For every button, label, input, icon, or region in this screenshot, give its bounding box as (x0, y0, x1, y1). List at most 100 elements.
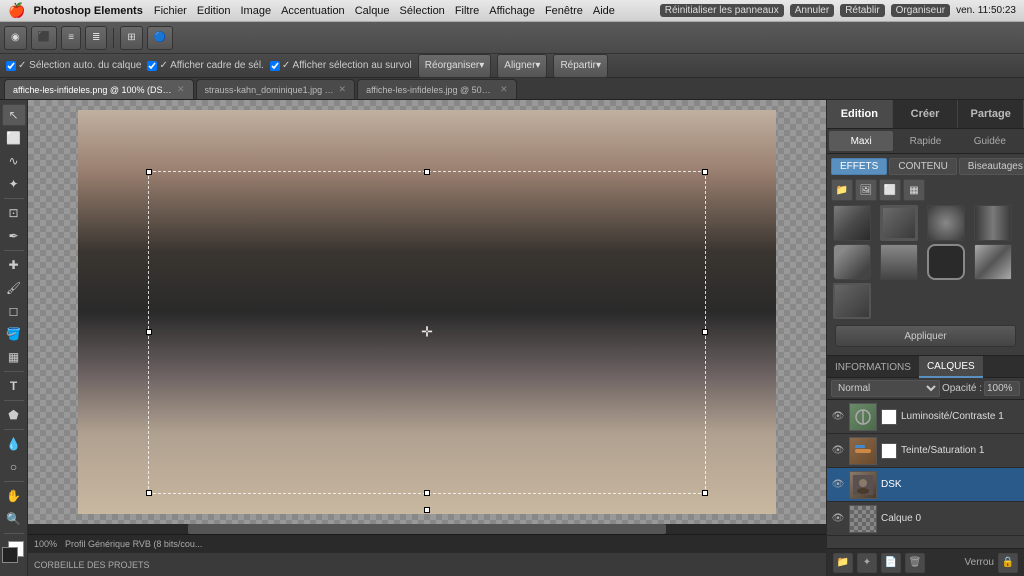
eff-icon-square[interactable]: ⬜ (879, 179, 901, 201)
new-adjustment-btn[interactable]: ✦ (857, 553, 877, 573)
tool-gradient[interactable]: ▦ (2, 346, 26, 368)
show-frame-checkbox[interactable] (147, 61, 157, 71)
toolbar-btn-3[interactable]: ≡ (61, 26, 81, 50)
layer-row-0[interactable]: 👁 Luminosité/Contraste 1 (827, 400, 1024, 434)
apple-menu[interactable]: 🍎 (8, 2, 25, 19)
blend-mode-select[interactable]: Normal (831, 380, 940, 397)
tool-crop[interactable]: ⊡ (2, 202, 26, 224)
tool-zoom[interactable]: 🔍 (2, 508, 26, 530)
layers-tab-calques[interactable]: CALQUES (919, 356, 983, 378)
effect-bevel-3[interactable] (927, 205, 965, 241)
tool-healing[interactable]: ✚ (2, 254, 26, 276)
toolbar-btn-1[interactable]: ◉ (4, 26, 27, 50)
handle-tm[interactable] (424, 169, 430, 175)
effect-bevel-1[interactable] (833, 205, 871, 241)
effect-bevel-2[interactable] (880, 205, 918, 241)
effect-bevel-6[interactable] (880, 244, 918, 280)
tool-selection-rect[interactable]: ⬜ (2, 127, 26, 149)
reset-panels-btn[interactable]: Réinitialiser les panneaux (660, 4, 784, 17)
tool-custom-shape[interactable]: ⬟ (2, 404, 26, 426)
tab-0-close[interactable]: ✕ (177, 84, 185, 95)
sub-tab-guidee[interactable]: Guidée (958, 131, 1022, 151)
redo-btn[interactable]: Rétablir (840, 4, 884, 17)
menu-affichage[interactable]: Affichage (489, 5, 535, 17)
sub-tab-rapide[interactable]: Rapide (893, 131, 957, 151)
panel-tab-creer[interactable]: Créer (893, 100, 959, 128)
effects-tab-effets[interactable]: EFFETS (831, 158, 887, 175)
menu-edition[interactable]: Edition (197, 5, 231, 17)
tool-magic-wand[interactable]: ✦ (2, 173, 26, 195)
handle-ml[interactable] (146, 329, 152, 335)
menu-filtre[interactable]: Filtre (455, 5, 479, 17)
cancel-btn[interactable]: Annuler (790, 4, 834, 17)
handle-tl[interactable] (146, 169, 152, 175)
layer-row-2[interactable]: 👁 DSK (827, 468, 1024, 502)
handle-mr[interactable] (702, 329, 708, 335)
tab-2[interactable]: affiche-les-infideles.jpg @ 50% (RVB/8) … (357, 79, 517, 99)
effect-bevel-5[interactable] (833, 244, 871, 280)
opacity-input[interactable] (984, 381, 1020, 396)
handle-bl[interactable] (146, 490, 152, 496)
tool-paint-bucket[interactable]: 🪣 (2, 323, 26, 345)
new-layer-set-btn[interactable]: 📁 (833, 553, 853, 573)
show-hover-option[interactable]: ✓ Afficher sélection au survol (270, 60, 412, 71)
toolbar-btn-4[interactable]: ≣ (85, 26, 107, 50)
effect-bevel-4[interactable] (974, 205, 1012, 241)
layer-0-visibility[interactable]: 👁 (831, 410, 845, 424)
auto-select-option[interactable]: ✓ Sélection auto. du calque (6, 60, 141, 71)
repartir-dropdown[interactable]: Répartir▾ (553, 54, 608, 78)
handle-br[interactable] (702, 490, 708, 496)
toolbar-btn-2[interactable]: ⬛ (31, 26, 57, 50)
menu-aide[interactable]: Aide (593, 5, 615, 17)
tool-eyedropper[interactable]: ✒ (2, 225, 26, 247)
tool-move[interactable]: ↖ (2, 104, 26, 126)
apply-button[interactable]: Appliquer (835, 325, 1016, 347)
delete-layer-btn[interactable]: 🗑 (905, 553, 925, 573)
eff-icon-image[interactable]: 🖼 (855, 179, 877, 201)
tool-text[interactable]: T (2, 375, 26, 397)
new-layer-btn[interactable]: 📄 (881, 553, 901, 573)
show-frame-option[interactable]: ✓ Afficher cadre de sél. (147, 60, 263, 71)
rotation-handle[interactable] (424, 507, 430, 513)
menu-image[interactable]: Image (241, 5, 272, 17)
layer-3-visibility[interactable]: 👁 (831, 512, 845, 526)
toolbar-btn-6[interactable]: 🔵 (147, 26, 173, 50)
menu-calque[interactable]: Calque (355, 5, 390, 17)
auto-select-checkbox[interactable] (6, 61, 16, 71)
tab-1[interactable]: strauss-kahn_dominique1.jpg @ 100% (Calq… (196, 79, 356, 99)
tab-1-close[interactable]: ✕ (339, 84, 347, 95)
tool-dodge[interactable]: ○ (2, 456, 26, 478)
sub-tab-maxi[interactable]: Maxi (829, 131, 893, 151)
layers-tab-info[interactable]: INFORMATIONS (827, 356, 919, 378)
horizontal-scrollbar[interactable] (28, 524, 826, 534)
eff-icon-folder[interactable]: 📁 (831, 179, 853, 201)
effect-bevel-7[interactable] (927, 244, 965, 280)
biseautages-dropdown[interactable]: Biseautages (959, 158, 1024, 175)
menu-selection[interactable]: Sélection (400, 5, 445, 17)
layer-2-visibility[interactable]: 👁 (831, 478, 845, 492)
lock-all-btn[interactable]: 🔒 (998, 553, 1018, 573)
handle-bm[interactable] (424, 490, 430, 496)
tool-hand[interactable]: ✋ (2, 485, 26, 507)
tab-0[interactable]: affiche-les-infideles.png @ 100% (DSK, R… (4, 79, 194, 99)
handle-tr[interactable] (702, 169, 708, 175)
menu-fenetre[interactable]: Fenêtre (545, 5, 583, 17)
effects-tab-contenu[interactable]: CONTENU (889, 158, 956, 175)
tool-lasso[interactable]: ∿ (2, 150, 26, 172)
tool-blur[interactable]: 💧 (2, 433, 26, 455)
align-dropdown[interactable]: Aligner▾ (497, 54, 547, 78)
reorganize-dropdown[interactable]: Réorganiser▾ (418, 54, 492, 78)
panel-tab-edition[interactable]: Edition (827, 100, 893, 128)
panel-tab-partage[interactable]: Partage (958, 100, 1024, 128)
tab-2-close[interactable]: ✕ (500, 84, 508, 95)
effect-bevel-9[interactable] (833, 283, 871, 319)
effect-bevel-8[interactable] (974, 244, 1012, 280)
scrollbar-thumb[interactable] (188, 524, 667, 534)
eff-icon-pattern[interactable]: ▦ (903, 179, 925, 201)
show-hover-checkbox[interactable] (270, 61, 280, 71)
menu-fichier[interactable]: Fichier (154, 5, 187, 17)
foreground-color-swatch[interactable] (2, 547, 18, 563)
layer-row-1[interactable]: 👁 Teinte/Saturation 1 (827, 434, 1024, 468)
canvas-area[interactable]: ✛ (28, 100, 826, 524)
tool-eraser[interactable]: ◻ (2, 300, 26, 322)
